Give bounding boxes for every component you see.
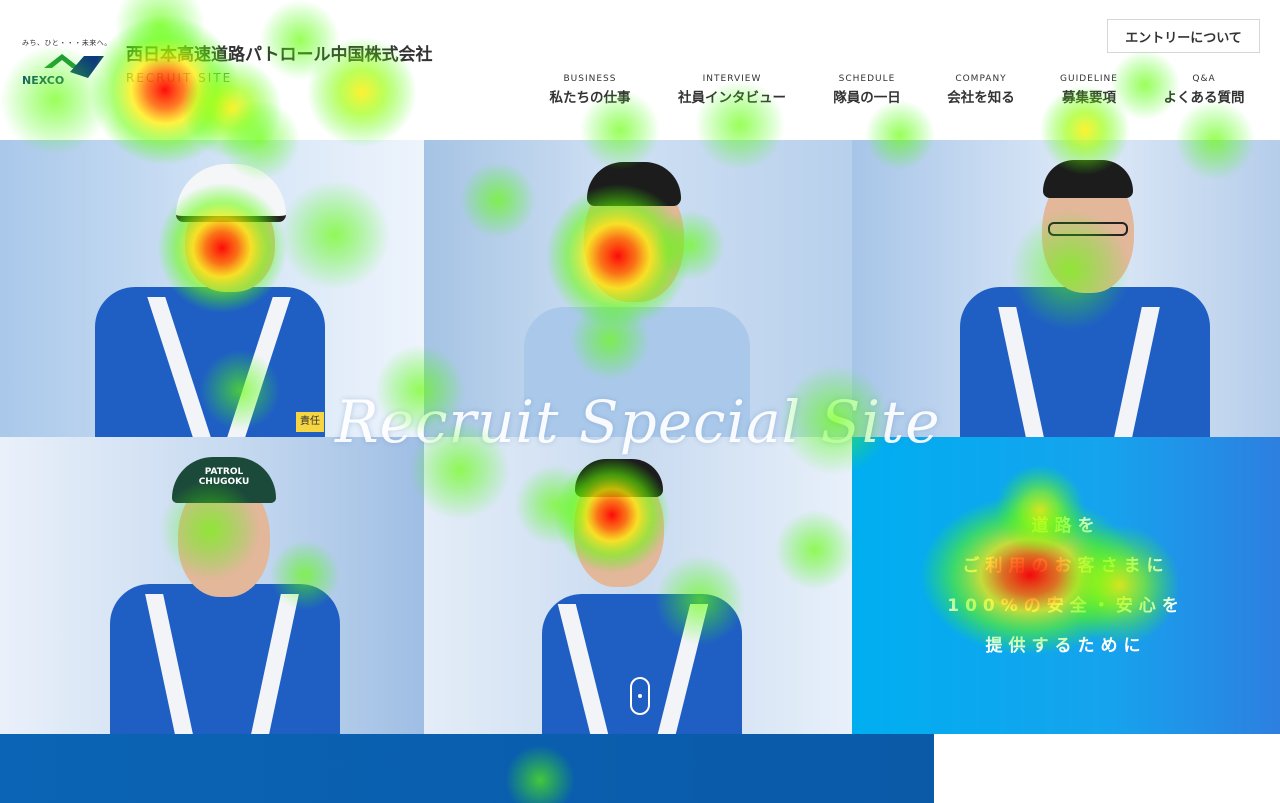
nav-guideline[interactable]: GUIDELINE 募集要項 <box>1058 73 1120 113</box>
nexco-logo-mark: NEXCO <box>22 54 104 86</box>
nav-ja-label: 私たちの仕事 <box>549 90 631 106</box>
nav-ja-label: よくある質問 <box>1163 90 1245 106</box>
logo-tagline: みち、ひと・・・未来へ。 <box>22 39 112 47</box>
nav-ja-label: 社員インタビュー <box>678 90 786 106</box>
nav-interview[interactable]: INTERVIEW 社員インタビュー <box>675 73 789 113</box>
scroll-dot <box>638 694 642 698</box>
message-line: 提供するために <box>985 635 1147 656</box>
entry-button[interactable]: エントリーについて <box>1107 19 1260 53</box>
hair <box>575 459 663 497</box>
nexco-logo[interactable]: みち、ひと・・・未来へ。 NEXCO <box>22 38 111 88</box>
nav-en-label: SCHEDULE <box>838 74 896 84</box>
uniform <box>110 584 340 734</box>
nav-ja-label: 隊員の一日 <box>833 90 901 106</box>
message-line: ご利用のお客さまに <box>962 555 1170 576</box>
nav-qa[interactable]: Q&A よくある質問 <box>1160 73 1248 113</box>
patrol-cap: PATROL CHUGOKU <box>172 457 276 503</box>
hair <box>1043 160 1133 198</box>
mission-message-panel: 道路を ご利用のお客さまに 100%の安全・安心を 提供するために <box>852 437 1280 734</box>
scroll-indicator[interactable] <box>630 677 650 715</box>
hero-section: 責任 PATROL CHUGOKU 道路を ご利用のお客さまに 100%の安全・… <box>0 140 1280 734</box>
nav-ja-label: 会社を知る <box>947 90 1015 106</box>
message-line: 道路を <box>1031 515 1101 536</box>
message-line: 100%の安全・安心を <box>947 595 1185 616</box>
nav-business[interactable]: BUSINESS 私たちの仕事 <box>548 73 632 113</box>
uniform <box>95 287 325 437</box>
nav-en-label: Q&A <box>1192 74 1216 84</box>
nav-en-label: BUSINESS <box>563 74 617 84</box>
nav-en-label: COMPANY <box>955 74 1007 84</box>
staff-photo-cap: PATROL CHUGOKU <box>0 437 424 734</box>
nav-schedule[interactable]: SCHEDULE 隊員の一日 <box>830 73 904 113</box>
site-subtitle: RECRUIT SITE <box>126 71 233 85</box>
section-band <box>0 734 934 803</box>
nav-en-label: INTERVIEW <box>702 74 762 84</box>
badge: 責任 <box>296 412 324 432</box>
hair <box>587 162 681 206</box>
white-helmet <box>176 164 286 222</box>
site-header: みち、ひと・・・未来へ。 NEXCO 西日本高速道路パトロール中国株式会社 RE… <box>0 0 1280 140</box>
company-name[interactable]: 西日本高速道路パトロール中国株式会社 <box>126 40 433 65</box>
glasses <box>1048 222 1128 236</box>
nav-company[interactable]: COMPANY 会社を知る <box>944 73 1018 113</box>
uniform <box>960 287 1210 437</box>
nav-ja-label: 募集要項 <box>1062 90 1116 106</box>
hero-script-title: Recruit Special Site <box>335 388 941 456</box>
logo-brand-text: NEXCO <box>22 74 64 86</box>
nav-en-label: GUIDELINE <box>1060 74 1118 84</box>
